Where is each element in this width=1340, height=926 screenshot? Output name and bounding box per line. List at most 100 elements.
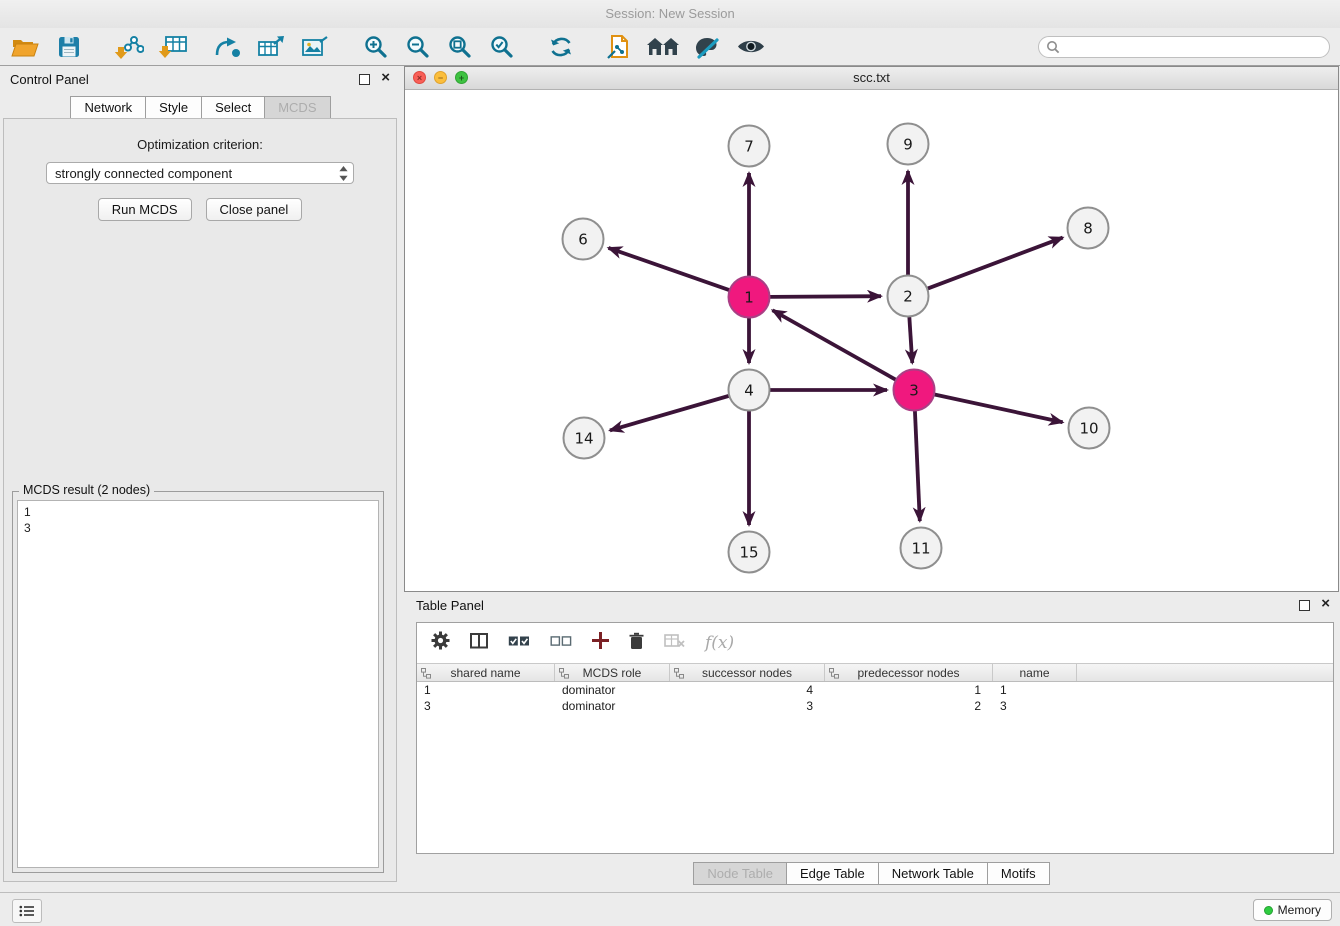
edge-2-3[interactable] [909, 317, 912, 363]
tab-node-table[interactable]: Node Table [693, 862, 787, 885]
column-header-mcds-role[interactable]: MCDS role [555, 664, 670, 681]
table-cell[interactable]: 1 [417, 682, 555, 698]
column-header-name[interactable]: name [993, 664, 1077, 681]
svg-text:11: 11 [911, 540, 930, 558]
home-layout-button[interactable] [644, 32, 682, 62]
save-floppy-icon [58, 36, 80, 58]
node-11[interactable]: 11 [901, 528, 942, 569]
node-1[interactable]: 1 [729, 277, 770, 318]
show-columns-button[interactable] [470, 633, 488, 654]
run-mcds-button[interactable]: Run MCDS [98, 198, 192, 221]
table-cell[interactable]: 3 [993, 698, 1077, 714]
show-hide-button[interactable] [732, 32, 770, 62]
export-network-document-button[interactable] [600, 32, 638, 62]
table-row[interactable]: 3dominator323 [417, 698, 1333, 714]
refresh-button[interactable] [542, 32, 580, 62]
table-cell[interactable]: 4 [670, 682, 825, 698]
zoom-in-button[interactable] [356, 32, 394, 62]
task-history-button[interactable] [12, 899, 42, 923]
new-network-button[interactable] [208, 32, 246, 62]
function-builder-button[interactable]: f(x) [705, 633, 734, 653]
node-2[interactable]: 2 [888, 276, 929, 317]
table-cell[interactable]: 1 [993, 682, 1077, 698]
table-cell[interactable]: 3 [417, 698, 555, 714]
float-window-icon[interactable] [359, 74, 370, 85]
edge-3-11[interactable] [915, 411, 920, 521]
select-all-columns-button[interactable] [508, 634, 530, 652]
column-label: name [1019, 666, 1049, 680]
attribute-icon [559, 668, 569, 679]
tab-motifs[interactable]: Motifs [987, 862, 1050, 885]
export-table-button[interactable] [252, 32, 290, 62]
edge-2-8[interactable] [928, 238, 1063, 289]
table-cell[interactable]: 1 [825, 682, 993, 698]
edge-1-2[interactable] [770, 296, 881, 297]
open-session-button[interactable] [6, 32, 44, 62]
close-panel-icon[interactable]: × [381, 69, 390, 86]
node-4[interactable]: 4 [729, 370, 770, 411]
delete-column-button[interactable] [629, 632, 644, 655]
tab-mcds[interactable]: MCDS [264, 96, 330, 119]
table-row[interactable]: 1dominator411 [417, 682, 1333, 698]
zoom-window-icon[interactable]: + [455, 71, 468, 84]
node-7[interactable]: 7 [729, 126, 770, 167]
node-10[interactable]: 10 [1069, 408, 1110, 449]
column-header-shared-name[interactable]: shared name [417, 664, 555, 681]
create-column-button[interactable] [592, 632, 609, 654]
apply-style-button[interactable] [688, 32, 726, 62]
zoom-selected-button[interactable] [482, 32, 520, 62]
control-panel: Control Panel × Network Style Select MCD… [0, 66, 402, 892]
mcds-result-list[interactable]: 13 [17, 500, 379, 868]
save-session-button[interactable] [50, 32, 88, 62]
dropdown-spinner-icon [339, 166, 348, 188]
main-toolbar [0, 28, 1340, 66]
table-cell[interactable]: 3 [670, 698, 825, 714]
table-panel-tabs: Node Table Edge Table Network Table Moti… [404, 862, 1340, 885]
close-panel-button[interactable]: Close panel [206, 198, 303, 221]
import-table-button[interactable] [154, 32, 192, 62]
close-panel-icon[interactable]: × [1321, 595, 1330, 612]
memory-label: Memory [1278, 903, 1321, 917]
edge-3-1[interactable] [773, 310, 896, 379]
status-bar: Memory [0, 892, 1340, 926]
search-box[interactable] [1038, 36, 1330, 58]
node-8[interactable]: 8 [1068, 208, 1109, 249]
table-cell[interactable]: dominator [555, 682, 670, 698]
node-6[interactable]: 6 [563, 219, 604, 260]
column-header-predecessor-nodes[interactable]: predecessor nodes [825, 664, 993, 681]
tab-network[interactable]: Network [70, 96, 146, 119]
node-3[interactable]: 3 [894, 370, 935, 411]
column-header-successor-nodes[interactable]: successor nodes [670, 664, 825, 681]
deselect-all-columns-button[interactable] [550, 634, 572, 652]
export-image-button[interactable] [296, 32, 334, 62]
table-cell[interactable] [1077, 682, 1333, 698]
import-network-button[interactable] [110, 32, 148, 62]
traffic-lights: × − + [413, 71, 468, 84]
homes-icon [646, 36, 680, 58]
memory-button[interactable]: Memory [1253, 899, 1332, 921]
close-window-icon[interactable]: × [413, 71, 426, 84]
tab-style[interactable]: Style [145, 96, 202, 119]
criterion-dropdown[interactable]: strongly connected component [46, 162, 354, 184]
zoom-out-button[interactable] [398, 32, 436, 62]
delete-table-button[interactable] [664, 633, 685, 653]
edge-3-10[interactable] [935, 394, 1063, 422]
zoom-fit-button[interactable] [440, 32, 478, 62]
table-cell[interactable]: dominator [555, 698, 670, 714]
table-settings-button[interactable] [431, 631, 450, 655]
network-canvas[interactable]: 7 9 6 8 1 2 4 3 14 10 15 11 [405, 89, 1338, 592]
tab-network-table[interactable]: Network Table [878, 862, 988, 885]
edge-1-6[interactable] [608, 248, 729, 290]
tab-edge-table[interactable]: Edge Table [786, 862, 879, 885]
edge-4-14[interactable] [610, 396, 729, 431]
float-window-icon[interactable] [1299, 600, 1310, 611]
table-cell[interactable] [1077, 698, 1333, 714]
node-14[interactable]: 14 [564, 418, 605, 459]
search-input[interactable] [1064, 39, 1329, 55]
network-window-titlebar[interactable]: × − + scc.txt [405, 67, 1338, 90]
minimize-window-icon[interactable]: − [434, 71, 447, 84]
tab-select[interactable]: Select [201, 96, 265, 119]
table-cell[interactable]: 2 [825, 698, 993, 714]
node-9[interactable]: 9 [888, 124, 929, 165]
node-15[interactable]: 15 [729, 532, 770, 573]
